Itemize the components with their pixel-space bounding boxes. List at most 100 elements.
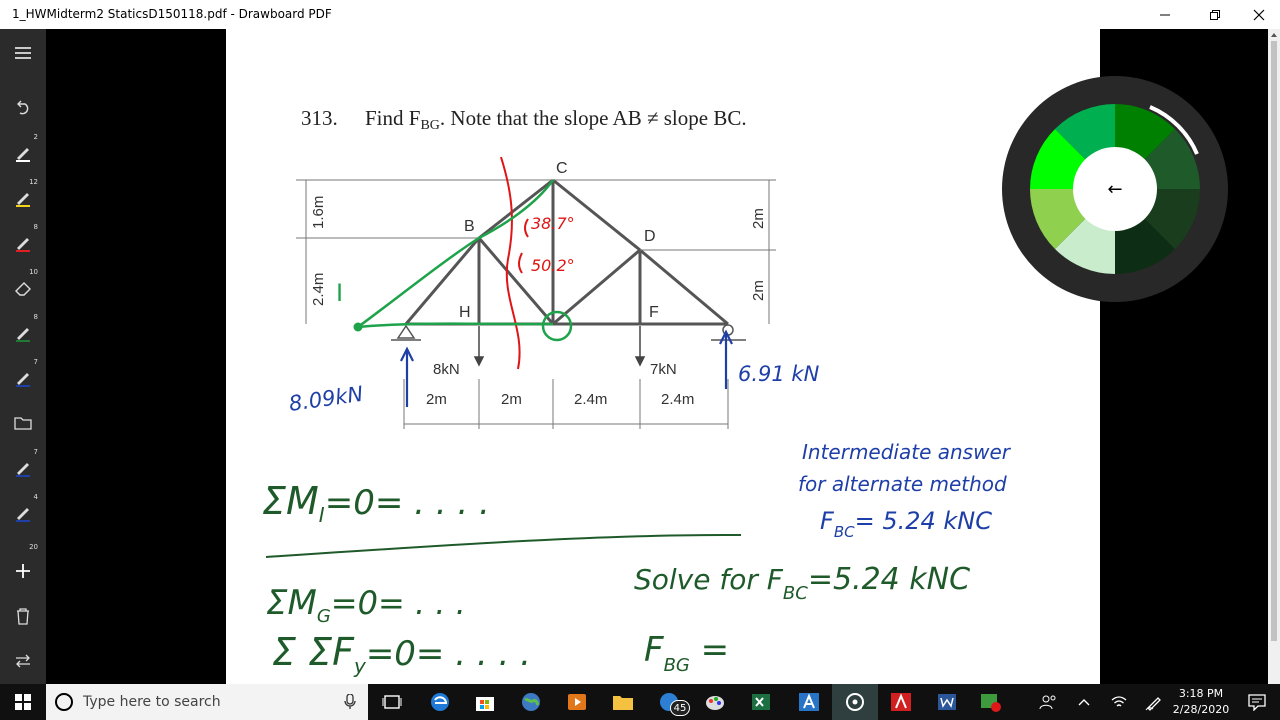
pen-icon (16, 148, 30, 162)
swap-icon (16, 654, 30, 668)
menu-icon (15, 47, 31, 59)
angle-label-1: 38.7° (531, 214, 575, 233)
node-label-f: F (649, 304, 659, 321)
menu-button[interactable] (0, 35, 46, 71)
undo-button[interactable] (0, 90, 46, 126)
task-view-button[interactable] (369, 684, 415, 720)
node-label-h: H (459, 304, 471, 321)
pen-tool-blue-1[interactable]: 7 (0, 358, 46, 396)
pen-size-badge: 8 (33, 223, 38, 231)
action-center-button[interactable] (1234, 684, 1280, 720)
pen-tool-red[interactable]: 8 (0, 223, 46, 261)
dim-label: 2m (501, 391, 522, 408)
pen-size-badge: 12 (29, 178, 38, 186)
close-button[interactable] (1236, 0, 1280, 29)
taskbar-app-badge[interactable]: 45 (646, 684, 692, 720)
folder-icon (14, 417, 32, 430)
taskbar-search[interactable]: Type here to search (46, 684, 368, 720)
eraser-icon (15, 282, 31, 296)
pen-icon (16, 328, 30, 342)
vertical-scrollbar[interactable] (1268, 29, 1280, 684)
taskbar-excel[interactable] (738, 684, 784, 720)
taskbar-acrobat[interactable] (878, 684, 924, 720)
color-wheel[interactable]: ← (1000, 74, 1230, 304)
search-placeholder: Type here to search (83, 694, 221, 710)
minimize-button[interactable] (1142, 0, 1188, 29)
highlighter-tool[interactable]: 12 (0, 178, 46, 216)
start-button[interactable] (0, 684, 46, 720)
swap-button[interactable] (0, 643, 46, 679)
solve-for-label: Solve for FBC=5.24 kNC (634, 562, 970, 604)
pen-icon (16, 508, 30, 522)
trash-icon (17, 608, 29, 625)
scroll-up-icon (1271, 33, 1277, 37)
back-arrow-icon: ← (1107, 179, 1122, 200)
dim-label: 2m (426, 391, 447, 408)
problem-text-2: . Note that the slope AB ≠ slope BC. (440, 106, 747, 130)
taskbar-store[interactable] (462, 684, 508, 720)
pen-size-badge: 2 (33, 133, 38, 141)
pin-support-left (391, 324, 421, 341)
taskbar-paint[interactable] (692, 684, 738, 720)
delete-button[interactable] (0, 598, 46, 634)
taskbar-word[interactable] (924, 684, 970, 720)
svg-text:313.: 313. (301, 106, 338, 130)
pen-size-badge: 10 (29, 268, 38, 276)
problem-text: Find F (365, 106, 420, 130)
pen-tool-blue-3[interactable]: 4 (0, 493, 46, 531)
wifi-icon (1111, 696, 1127, 707)
folder-button[interactable] (0, 405, 46, 441)
taskbar-app-a[interactable] (786, 684, 832, 720)
eraser-tool[interactable]: 10 (0, 268, 46, 306)
fbg-label: FBG = (644, 630, 729, 676)
close-icon (1253, 9, 1265, 20)
moment-eq-g: ΣMG=0= . . . (266, 583, 466, 627)
notification-icon (1248, 694, 1266, 711)
angle-label-2: 50.2° (531, 256, 575, 275)
point-i-marker (353, 322, 363, 332)
pen-icon (16, 463, 30, 477)
pen-size-badge: 4 (33, 493, 38, 501)
taskbar-recorder[interactable] (968, 684, 1014, 720)
pen-size-badge: 20 (29, 543, 38, 551)
scroll-thumb[interactable] (1271, 41, 1277, 641)
word-icon (938, 694, 956, 710)
clock-time: 3:18 PM (1178, 687, 1224, 700)
wifi-button[interactable] (1100, 684, 1138, 720)
people-icon (1039, 695, 1056, 710)
store-icon (476, 697, 494, 711)
windows-icon (15, 694, 31, 710)
intermediate-line-1: Intermediate answer (802, 440, 1012, 464)
tray-expand-button[interactable] (1064, 684, 1104, 720)
pen-tool-blue-2[interactable]: 7 (0, 448, 46, 486)
add-tool-button[interactable]: 20 (0, 543, 46, 589)
pen-tool-1[interactable]: 2 (0, 133, 46, 171)
app-a-icon (799, 693, 819, 711)
node-label-b: B (464, 218, 475, 235)
restore-icon (1210, 9, 1220, 20)
taskbar-globe[interactable] (508, 684, 554, 720)
tool-sidebar: 2 12 8 10 8 7 7 4 20 (0, 29, 46, 684)
reaction-left-label: 8.09kN (287, 382, 365, 416)
node-label-c: C (556, 160, 568, 177)
point-i-label: I (336, 279, 343, 307)
moment-eq-i: ΣMI=0= . . . . (262, 479, 490, 527)
maximize-button[interactable] (1192, 0, 1238, 29)
excel-icon (752, 694, 770, 710)
paint-icon (706, 696, 724, 710)
taskbar-video[interactable] (554, 684, 600, 720)
taskbar-edge[interactable] (417, 684, 463, 720)
dim-label: 2m (750, 280, 767, 301)
node-label-d: D (644, 228, 656, 245)
task-view-icon (382, 695, 402, 709)
minimize-icon (1160, 14, 1170, 15)
clock[interactable]: 3:18 PM 2/28/2020 (1170, 686, 1232, 718)
divider-line (265, 533, 742, 558)
edge-icon (431, 693, 449, 711)
pen-tool-green[interactable]: 8 (0, 313, 46, 351)
taskbar-drawboard-active[interactable] (832, 684, 878, 720)
taskbar-explorer[interactable] (600, 684, 646, 720)
dim-label: 2.4m (574, 391, 607, 408)
title-bar: 1_HWMidterm2 StaticsD150118.pdf - Drawbo… (0, 0, 1280, 29)
pen-workspace-button[interactable] (1135, 684, 1173, 720)
